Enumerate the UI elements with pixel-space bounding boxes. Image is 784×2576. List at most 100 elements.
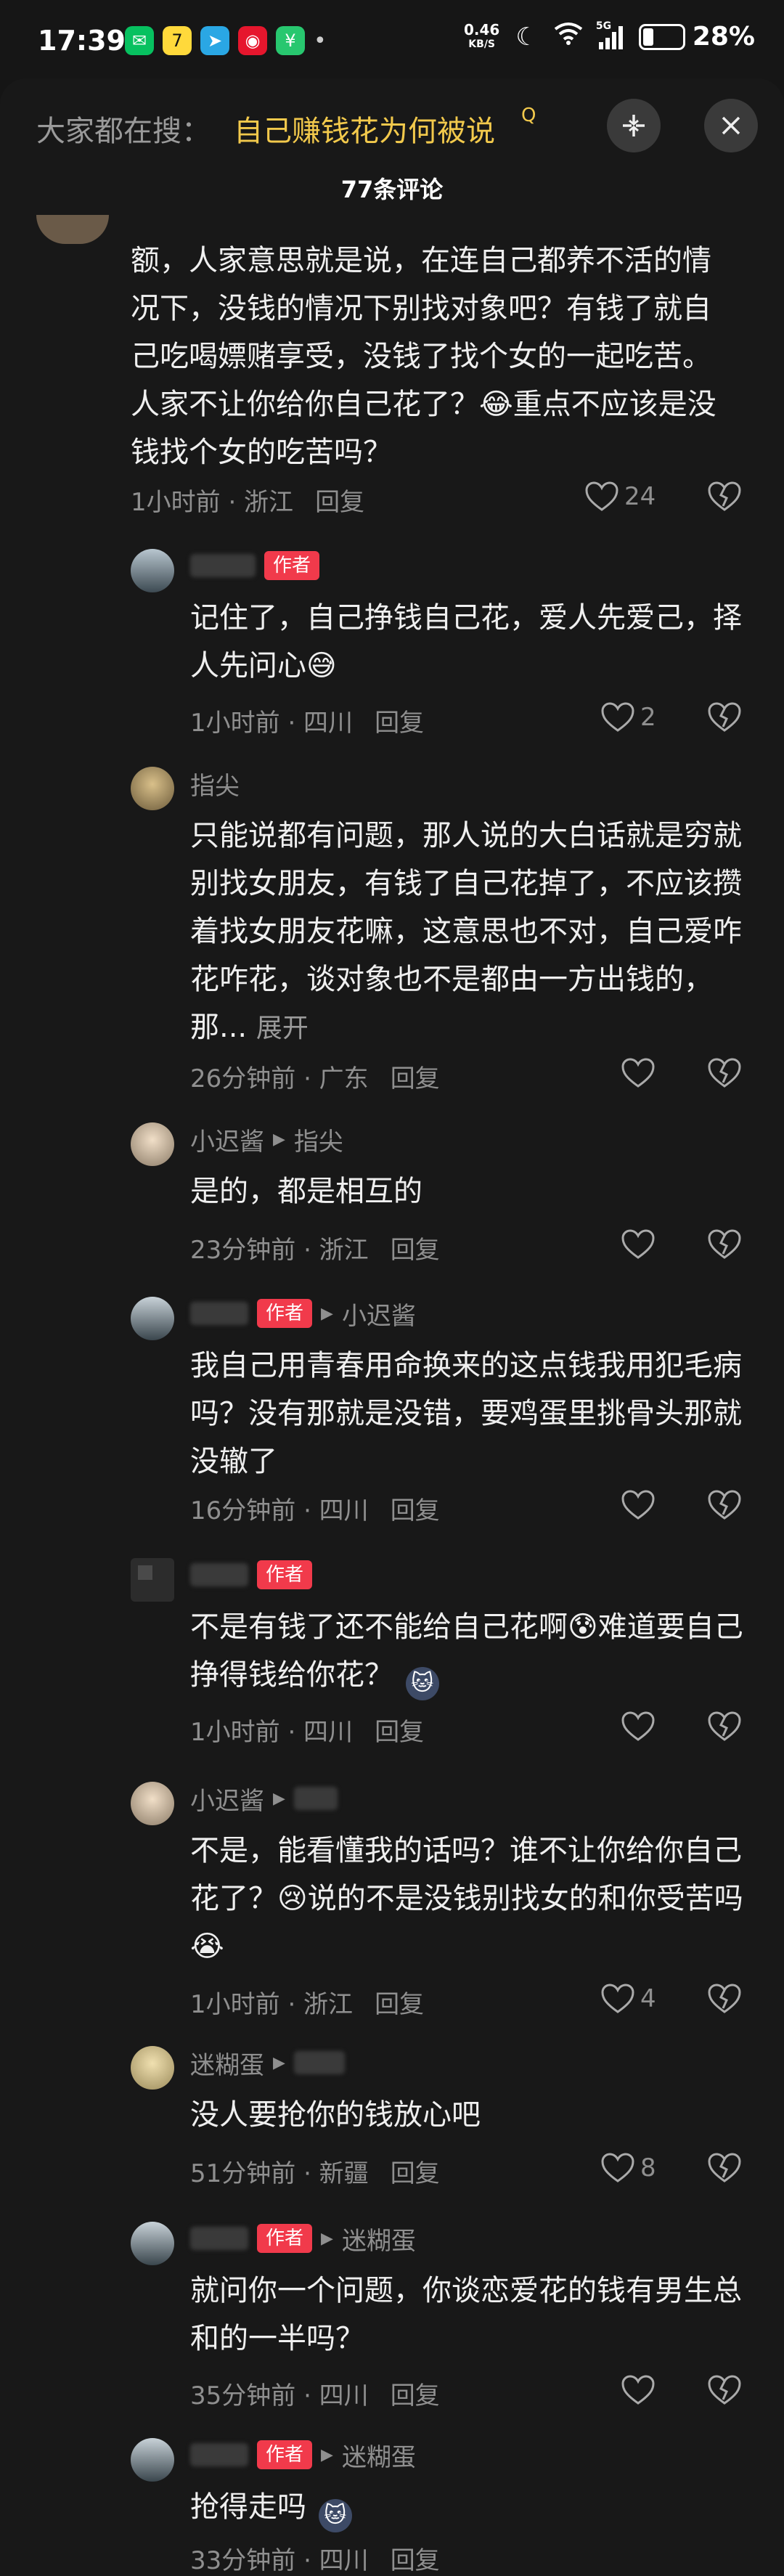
- expand-button[interactable]: 展开: [256, 1014, 309, 1043]
- reply-target-name[interactable]: 迷糊蛋: [342, 2437, 416, 2473]
- comment-time: 1小时前 · 浙江: [190, 1989, 354, 2019]
- reply-author-name[interactable]: 小迟酱: [190, 1781, 264, 1817]
- dislike-button[interactable]: [708, 1984, 741, 2014]
- like-button[interactable]: 24: [585, 481, 656, 512]
- like-button[interactable]: [621, 1711, 655, 1742]
- shrink-icon: [623, 115, 645, 136]
- heart-icon: [601, 1984, 634, 2013]
- like-button[interactable]: 8: [601, 2153, 656, 2183]
- broken-heart-icon: [708, 1490, 741, 1520]
- broken-heart-icon: [708, 2375, 741, 2405]
- heart-icon: [621, 2375, 655, 2405]
- reply-arrow-icon: ▶: [321, 2229, 333, 2248]
- search-prefix: 大家都在搜：: [36, 115, 211, 148]
- notification-icons: ✉ 7 ➤ ◉ ¥ •: [125, 26, 327, 55]
- avatar[interactable]: [131, 2438, 174, 2482]
- comment-meta: 35分钟前 · 四川 回复: [190, 2375, 440, 2411]
- comment-time: 33分钟前 · 四川: [190, 2546, 369, 2575]
- dislike-button[interactable]: [708, 1711, 741, 1742]
- author-badge: 作者: [257, 2440, 313, 2469]
- comment-text-body: 不是有钱了还不能给自己花啊😰难道要自己挣得钱给你花？: [190, 1610, 743, 1692]
- dislike-button[interactable]: [708, 1058, 741, 1088]
- dislike-button[interactable]: [708, 1490, 741, 1520]
- reply-button[interactable]: 回复: [375, 1984, 424, 2020]
- reply-author-row: 作者 ▶ 小迟酱: [190, 1296, 416, 1332]
- reply-button[interactable]: 回复: [391, 2540, 440, 2576]
- dislike-button[interactable]: [708, 2153, 741, 2183]
- reply-button[interactable]: 回复: [391, 1491, 440, 1526]
- like-button[interactable]: [621, 1490, 655, 1520]
- broken-heart-icon: [708, 1058, 741, 1088]
- dislike-button[interactable]: [708, 2375, 741, 2405]
- comment-text: 就问你一个问题，你谈恋爱花的钱有男生总和的一半吗？: [190, 2274, 742, 2355]
- reply-button[interactable]: 回复: [315, 482, 364, 518]
- avatar[interactable]: [131, 767, 174, 810]
- battery-indicator: 28%: [638, 22, 755, 52]
- reply-button[interactable]: 回复: [375, 703, 424, 738]
- like-button[interactable]: [621, 2375, 655, 2405]
- wechat-icon: ✉: [125, 26, 154, 55]
- broken-heart-icon: [708, 1711, 741, 1741]
- comment-meta: 1小时前 · 浙江 回复: [190, 1984, 424, 2020]
- heart-icon: [601, 702, 634, 732]
- network-speed-unit: KB/S: [468, 38, 496, 50]
- reply-item: 作者 ▶ 迷糊蛋 就问你一个问题，你谈恋爱花的钱有男生总和的一半吗？ 35分钟前…: [0, 2217, 784, 2421]
- reply-button[interactable]: 回复: [375, 1712, 424, 1748]
- search-suggestion-bar[interactable]: 大家都在搜： 自己赚钱花为何被说 Q: [36, 99, 784, 151]
- reply-button[interactable]: 回复: [391, 1059, 440, 1094]
- search-query-link[interactable]: 自己赚钱花为何被说: [234, 107, 495, 150]
- avatar[interactable]: [131, 549, 174, 592]
- avatar[interactable]: [131, 2222, 174, 2265]
- comment-text: 我自己用青春用命换来的这点钱我用犯毛病吗？没有那就是没错，要鸡蛋里挑骨头那就没辙…: [190, 1349, 742, 1478]
- reply-target-name[interactable]: 指尖: [294, 1122, 343, 1157]
- wifi-icon: [554, 22, 583, 52]
- avatar[interactable]: [131, 1297, 174, 1340]
- comment-text: 不是，能看懂我的话吗？谁不让你给你自己花了？😢说的不是没钱别找女的和你受苦吗😭: [190, 1834, 743, 1963]
- blurred-username: [190, 2443, 248, 2466]
- reply-target-name[interactable]: 迷糊蛋: [342, 2221, 416, 2257]
- reply-author-row: 小迟酱 ▶: [190, 1781, 338, 1817]
- author-badge: 作者: [264, 551, 320, 580]
- reply-author-name[interactable]: 迷糊蛋: [190, 2045, 264, 2081]
- blurred-username: [190, 2227, 248, 2250]
- avatar[interactable]: [131, 1782, 174, 1825]
- battery-percent: 28%: [692, 22, 755, 52]
- comment-text: 抢得走吗 🐱: [190, 2483, 756, 2532]
- comment-text-body: 只能说都有问题，那人说的大白话就是穷就别找女朋友，有钱了自己花掉了，不应该攒着找…: [190, 819, 742, 1044]
- blurred-username: [293, 2051, 345, 2074]
- like-count: 2: [640, 703, 656, 732]
- blurred-username: [190, 1563, 248, 1586]
- avatar[interactable]: [131, 1122, 174, 1166]
- reply-item: 作者 不是有钱了还不能给自己花啊😰难道要自己挣得钱给你花？ 🐱 1小时前 · 四…: [0, 1554, 784, 1764]
- like-button[interactable]: [621, 1229, 655, 1260]
- heart-icon: [621, 1490, 655, 1520]
- comment-time: 1小时前 · 四川: [190, 1717, 354, 1747]
- close-button[interactable]: [704, 99, 758, 152]
- avatar[interactable]: [131, 1558, 174, 1602]
- dislike-button[interactable]: [708, 481, 741, 512]
- shrink-button[interactable]: [607, 99, 661, 152]
- avatar[interactable]: [131, 2046, 174, 2090]
- reply-author-name[interactable]: 小迟酱: [190, 1122, 264, 1157]
- reply-author-name[interactable]: 指尖: [190, 766, 240, 802]
- author-badge: 作者: [257, 1560, 313, 1589]
- reply-button[interactable]: 回复: [391, 1230, 440, 1265]
- network-speed-value: 0.46: [463, 20, 500, 38]
- comment-meta: 33分钟前 · 四川 回复: [190, 2540, 440, 2576]
- dislike-button[interactable]: [708, 1229, 741, 1260]
- like-button[interactable]: 2: [601, 702, 656, 733]
- like-button[interactable]: 4: [601, 1984, 656, 2014]
- broken-heart-icon: [708, 481, 741, 511]
- status-bar: 17:39 ✉ 7 ➤ ◉ ¥ • 0.46 KB/S ☾ 5G 28%: [0, 0, 784, 80]
- reply-target-name[interactable]: 小迟酱: [342, 1296, 416, 1332]
- comment-meta: 51分钟前 · 新疆 回复: [190, 2153, 440, 2189]
- reply-button[interactable]: 回复: [391, 2153, 440, 2189]
- reply-button[interactable]: 回复: [391, 2376, 440, 2411]
- dislike-button[interactable]: [708, 702, 741, 733]
- avatar[interactable]: [36, 215, 109, 244]
- reply-item: 指尖 只能说都有问题，那人说的大白话就是穷就别找女朋友，有钱了自己花掉了，不应该…: [0, 762, 784, 1104]
- like-button[interactable]: [621, 1058, 655, 1088]
- comment-time: 51分钟前 · 新疆: [190, 2159, 369, 2188]
- comment-text-body: 抢得走吗: [190, 2490, 306, 2524]
- comment-time: 1小时前 · 四川: [190, 708, 354, 738]
